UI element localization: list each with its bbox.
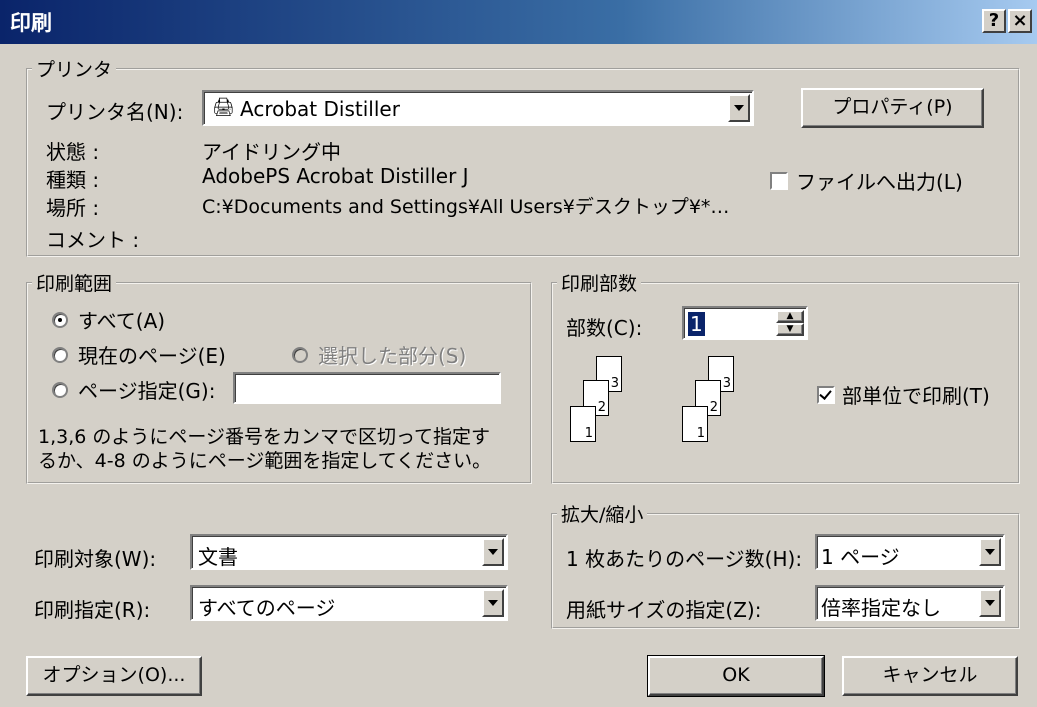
page-range-radio[interactable] xyxy=(52,382,68,398)
scale-select[interactable]: 倍率指定なし xyxy=(815,585,1005,621)
printer-group-label: プリンタ xyxy=(32,55,117,82)
page-range-label[interactable]: ページ指定(G): xyxy=(78,375,215,404)
page-range-input[interactable] xyxy=(233,372,501,404)
chevron-down-icon[interactable] xyxy=(482,538,504,566)
scale-label: 用紙サイズの指定(Z): xyxy=(566,598,762,622)
pages-per-sheet-label: 1 枚あたりのページ数(H): xyxy=(566,547,803,571)
print-to-file-checkbox[interactable] xyxy=(770,172,788,190)
printer-name-value: Acrobat Distiller xyxy=(240,97,400,121)
zoom-group-label: 拡大/縮小 xyxy=(557,500,648,527)
printer-icon: 🖨 xyxy=(212,97,235,118)
status-label: 状態 : xyxy=(46,140,100,164)
print-range-group-label: 印刷範囲 xyxy=(32,269,117,296)
pages-per-sheet-value: 1 ページ xyxy=(821,545,900,569)
chevron-down-icon[interactable] xyxy=(728,94,750,122)
chevron-down-icon[interactable] xyxy=(979,538,1001,566)
help-button[interactable]: ? xyxy=(982,9,1006,33)
range-help-text-1: 1,3,6 のようにページ番号をカンマで区切って指定す xyxy=(38,426,491,448)
close-button[interactable]: × xyxy=(1008,9,1032,33)
page-icon-1b: 1 xyxy=(682,406,708,442)
print-what-select[interactable]: 文書 xyxy=(190,534,508,570)
page-icon-1a: 1 xyxy=(570,406,596,442)
collate-label[interactable]: 部単位で印刷(T) xyxy=(842,380,990,409)
comment-label: コメント : xyxy=(46,228,140,252)
print-spec-select[interactable]: すべてのページ xyxy=(190,585,508,621)
status-value: アイドリング中 xyxy=(202,140,341,164)
print-to-file-label[interactable]: ファイルへ出力(L) xyxy=(796,166,963,195)
location-value: C:¥Documents and Settings¥All Users¥デスクト… xyxy=(202,196,730,218)
location-label: 場所 : xyxy=(46,196,100,220)
scale-value: 倍率指定なし xyxy=(821,596,941,620)
copies-label: 部数(C): xyxy=(566,316,643,340)
cancel-button[interactable]: キャンセル xyxy=(842,656,1018,696)
pages-per-sheet-select[interactable]: 1 ページ xyxy=(815,534,1005,570)
spin-up-icon[interactable]: ▲ xyxy=(776,310,804,323)
all-pages-label[interactable]: すべて(A) xyxy=(78,305,165,334)
current-page-label[interactable]: 現在のページ(E) xyxy=(78,340,226,369)
selection-label: 選択した部分(S) xyxy=(318,344,467,368)
spin-down-icon[interactable]: ▼ xyxy=(776,323,804,336)
collate-checkbox[interactable] xyxy=(817,386,835,404)
print-what-value: 文書 xyxy=(198,545,238,569)
options-button[interactable]: オプション(O)... xyxy=(26,656,202,696)
copies-spinner[interactable]: 1 ▲ ▼ xyxy=(682,306,808,340)
print-spec-value: すべてのページ xyxy=(198,596,336,620)
chevron-down-icon[interactable] xyxy=(482,589,504,617)
copies-value: 1 xyxy=(688,312,705,336)
print-what-label: 印刷対象(W): xyxy=(34,547,157,571)
properties-button[interactable]: プロパティ(P) xyxy=(801,88,984,128)
window-title: 印刷 xyxy=(10,11,52,35)
type-value: AdobePS Acrobat Distiller J xyxy=(202,164,469,188)
copies-group-label: 印刷部数 xyxy=(557,269,642,296)
print-spec-label: 印刷指定(R): xyxy=(34,598,151,622)
printer-name-label: プリンタ名(N): xyxy=(46,100,184,124)
printer-name-select[interactable]: 🖨 Acrobat Distiller xyxy=(202,90,754,126)
range-help-text-2: るか、4-8 のようにページ範囲を指定してください。 xyxy=(38,450,492,472)
selection-radio xyxy=(292,347,308,363)
type-label: 種類 : xyxy=(46,168,100,192)
current-page-radio[interactable] xyxy=(52,347,68,363)
chevron-down-icon[interactable] xyxy=(979,589,1001,617)
ok-button[interactable]: OK xyxy=(647,655,825,697)
title-bar xyxy=(0,0,1037,44)
all-pages-radio[interactable] xyxy=(52,312,68,328)
